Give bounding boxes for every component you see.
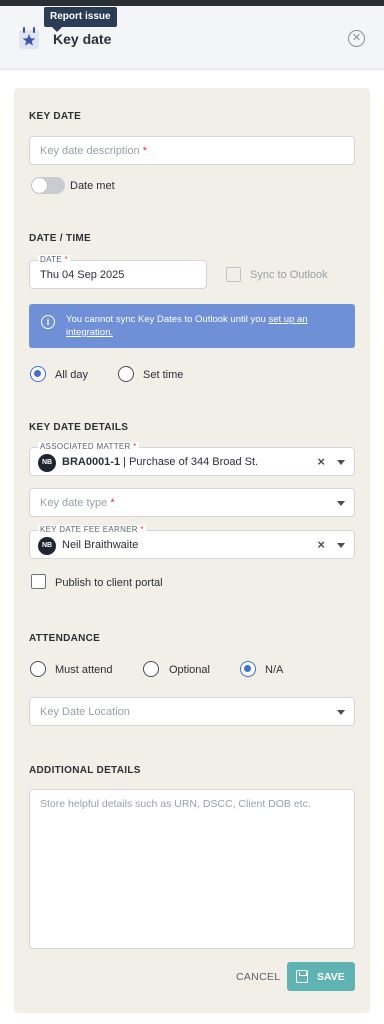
banner-text: You cannot sync Key Dates to Outlook unt… [66, 314, 308, 338]
must-attend-label: Must attend [55, 664, 113, 676]
key-date-type-select[interactable]: Key date type * [29, 488, 355, 517]
description-placeholder: Key date description * [40, 145, 148, 157]
save-button[interactable]: SAVE [287, 962, 355, 991]
na-label: N/A [265, 664, 284, 676]
fee-earner-select[interactable]: KEY DATE FEE EARNER * NB Neil Braithwait… [29, 525, 355, 559]
must-attend-radio[interactable] [30, 661, 46, 677]
clear-matter-icon[interactable]: × [317, 454, 325, 469]
section-date-time: DATE / TIME [29, 233, 92, 244]
section-additional-details: ADDITIONAL DETAILS [29, 765, 141, 776]
sync-outlook-label: Sync to Outlook [250, 269, 328, 281]
matter-label: ASSOCIATED MATTER * [38, 442, 139, 452]
save-label: SAVE [317, 971, 345, 983]
close-icon[interactable]: ✕ [348, 30, 365, 47]
key-date-description-input[interactable]: Key date description * [29, 136, 355, 165]
sync-outlook-checkbox[interactable] [226, 267, 241, 282]
date-value: Thu 04 Sep 2025 [40, 269, 125, 281]
location-placeholder: Key Date Location [40, 706, 130, 718]
clear-fee-earner-icon[interactable]: × [317, 537, 325, 552]
report-issue-tooltip: Report issue [44, 7, 117, 32]
info-icon: i [41, 315, 55, 329]
set-time-radio[interactable] [118, 366, 134, 382]
optional-radio[interactable] [143, 661, 159, 677]
na-radio[interactable] [240, 661, 256, 677]
date-met-toggle[interactable] [31, 177, 65, 194]
calendar-star-icon [19, 27, 39, 49]
chevron-down-icon[interactable] [337, 501, 345, 506]
all-day-radio[interactable] [30, 366, 46, 382]
set-time-label: Set time [143, 369, 184, 381]
section-attendance: ATTENDANCE [29, 633, 101, 644]
optional-label: Optional [169, 664, 210, 676]
save-icon [296, 970, 308, 983]
additional-placeholder: Store helpful details such as URN, DSCC,… [40, 798, 311, 810]
associated-matter-select[interactable]: ASSOCIATED MATTER * NB BRA0001-1 | Purch… [29, 442, 355, 476]
fee-earner-label: KEY DATE FEE EARNER * [38, 525, 146, 535]
date-input[interactable]: DATE * Thu 04 Sep 2025 [29, 255, 207, 289]
publish-portal-label: Publish to client portal [55, 577, 163, 589]
date-label: DATE * [38, 255, 70, 265]
all-day-label: All day [55, 369, 89, 381]
avatar: NB [38, 454, 56, 472]
additional-details-textarea[interactable]: Store helpful details such as URN, DSCC,… [29, 789, 355, 949]
section-key-date: KEY DATE [29, 111, 82, 122]
chevron-down-icon[interactable] [337, 543, 345, 548]
toggle-knob [32, 178, 47, 193]
cancel-button[interactable]: CANCEL [236, 971, 280, 983]
avatar: NB [38, 537, 56, 555]
type-placeholder: Key date type * [40, 497, 115, 509]
date-met-label: Date met [70, 180, 115, 192]
chevron-down-icon[interactable] [337, 460, 345, 465]
fee-earner-value: Neil Braithwaite [62, 539, 139, 551]
location-select[interactable]: Key Date Location [29, 697, 355, 726]
matter-value: BRA0001-1 | Purchase of 344 Broad St. [62, 456, 259, 468]
section-key-date-details: KEY DATE DETAILS [29, 422, 129, 433]
dialog-title: Key date [53, 31, 112, 47]
chevron-down-icon[interactable] [337, 710, 345, 715]
sync-info-banner: i You cannot sync Key Dates to Outlook u… [29, 304, 355, 348]
publish-portal-checkbox[interactable] [31, 574, 46, 589]
